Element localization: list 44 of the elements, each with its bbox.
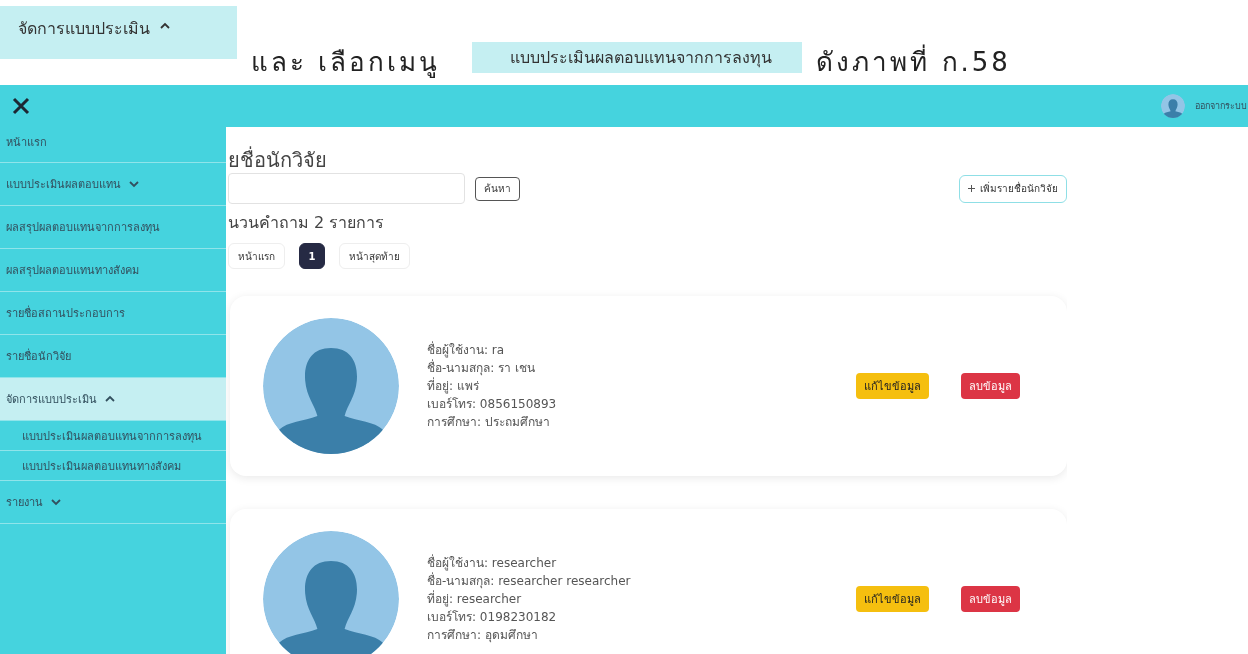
logout-link[interactable]: ออกจากระบบ bbox=[1195, 99, 1247, 113]
sidebar-item[interactable]: ผลสรุปผลตอบแทนจากการลงทุน bbox=[0, 206, 226, 249]
chevron-up-icon bbox=[160, 22, 170, 30]
info-line: ที่อยู่: แพร่ bbox=[427, 377, 480, 395]
menu-chip-label: จัดการแบบประเมิน bbox=[18, 18, 150, 40]
sidebar-item[interactable]: แบบประเมินผลตอบแทน bbox=[0, 163, 226, 206]
sidebar-item[interactable]: ผลสรุปผลตอบแทนทางสังคม bbox=[0, 249, 226, 292]
info-line: การศึกษา: ประถมศึกษา bbox=[427, 414, 551, 431]
info-line: เบอร์โทร: 0856150893 bbox=[427, 396, 558, 413]
avatar-icon bbox=[263, 318, 399, 454]
page-button[interactable]: หน้าสุดท้าย bbox=[339, 243, 410, 269]
chevron-up-icon bbox=[105, 395, 115, 403]
submenu-chip: แบบประเมินผลตอบแทนจากการลงทุน bbox=[472, 42, 803, 73]
page-button[interactable]: หน้าแรก bbox=[228, 243, 285, 269]
avatar-icon bbox=[263, 531, 399, 654]
info-line: การศึกษา: อุดมศึกษา bbox=[427, 627, 539, 644]
page-button[interactable]: 1 bbox=[299, 243, 325, 269]
info-line: ชื่อ-นามสกุล: รา เชน bbox=[427, 359, 536, 377]
info-line: ชื่อผู้ใช้งาน: ra bbox=[427, 341, 506, 359]
edit-button[interactable]: แก้ไขข้อมูล bbox=[856, 586, 929, 612]
sidebar-item[interactable]: แบบประเมินผลตอบแทนทางสังคม bbox=[0, 451, 226, 481]
sidebar-item[interactable]: หน้าแรก bbox=[0, 127, 226, 163]
chevron-down-icon bbox=[51, 498, 61, 506]
sidebar-item[interactable]: รายชื่อสถานประกอบการ bbox=[0, 292, 226, 335]
search-button[interactable]: ค้นหา bbox=[475, 176, 520, 201]
info-line: ชื่อ-นามสกุล: researcher researcher bbox=[427, 572, 632, 590]
info-line: ที่อยู่: researcher bbox=[427, 590, 523, 608]
sidebar-item[interactable]: จัดการแบบประเมิน bbox=[0, 378, 226, 421]
info-line: เบอร์โทร: 0198230182 bbox=[427, 609, 558, 626]
question-count: นวนคำถาม 2 รายการ bbox=[228, 212, 386, 234]
add-researcher-button[interactable]: เพิ่มรายชื่อนักวิจัย bbox=[959, 174, 1067, 203]
chevron-down-icon bbox=[129, 180, 139, 188]
search-field[interactable] bbox=[228, 173, 465, 204]
plus-icon bbox=[968, 185, 975, 192]
delete-button[interactable]: ลบข้อมูล bbox=[961, 373, 1020, 399]
delete-button[interactable]: ลบข้อมูล bbox=[961, 586, 1020, 612]
sidebar-item[interactable]: แบบประเมินผลตอบแทนจากการลงทุน bbox=[0, 421, 226, 451]
page-title: ยชื่อนักวิจัย bbox=[228, 147, 328, 173]
info-line: ชื่อผู้ใช้งาน: researcher bbox=[427, 554, 558, 572]
close-icon[interactable] bbox=[12, 97, 30, 115]
edit-button[interactable]: แก้ไขข้อมูล bbox=[856, 373, 929, 399]
user-avatar-icon bbox=[1161, 94, 1185, 118]
caption-text: และ เลือกเมนู bbox=[251, 47, 441, 77]
sidebar-item[interactable]: รายงาน bbox=[0, 481, 226, 524]
